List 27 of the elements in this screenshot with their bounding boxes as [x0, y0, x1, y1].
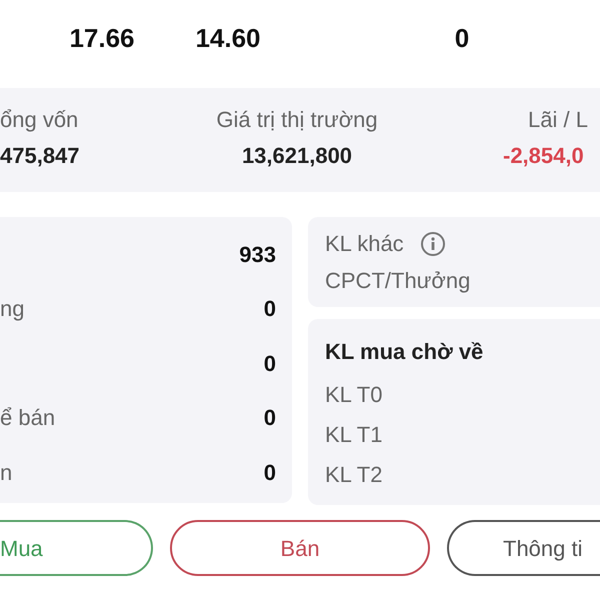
card-title: KL khác	[325, 230, 404, 258]
buy-button[interactable]: Mua	[0, 520, 153, 576]
holding-label: n	[0, 458, 12, 487]
summary-label: Giá trị thị trường	[216, 106, 378, 134]
holding-value: 0	[264, 404, 276, 432]
holding-value: 0	[264, 295, 276, 324]
summary-value: 13,621,800	[242, 142, 352, 170]
stat-value: 14.60	[194, 22, 262, 54]
holding-label: ng	[0, 295, 24, 324]
info-button[interactable]: Thông ti	[447, 520, 600, 576]
sell-button[interactable]: Bán	[170, 520, 430, 576]
card-subtitle: CPCT/Thưởng	[325, 267, 472, 295]
stat-value: 17.66	[68, 22, 136, 54]
pending-label: KL T2	[325, 461, 384, 489]
summary-value: 475,847	[0, 142, 80, 170]
holding-label: ể bán	[0, 404, 56, 432]
card-title: KL mua chờ về	[325, 338, 484, 366]
summary-value: -2,854,0	[503, 142, 585, 170]
pending-label: KL T0	[325, 381, 384, 409]
summary-label: ổng vốn	[0, 106, 78, 134]
holding-value: 0	[264, 458, 276, 487]
holding-value: 0	[264, 350, 276, 378]
info-icon[interactable]	[420, 230, 446, 256]
summary-label: Lãi / L	[528, 106, 589, 134]
stat-value: 0	[454, 22, 470, 54]
holding-value: 933	[239, 240, 276, 269]
pending-label: KL T1	[325, 421, 384, 449]
